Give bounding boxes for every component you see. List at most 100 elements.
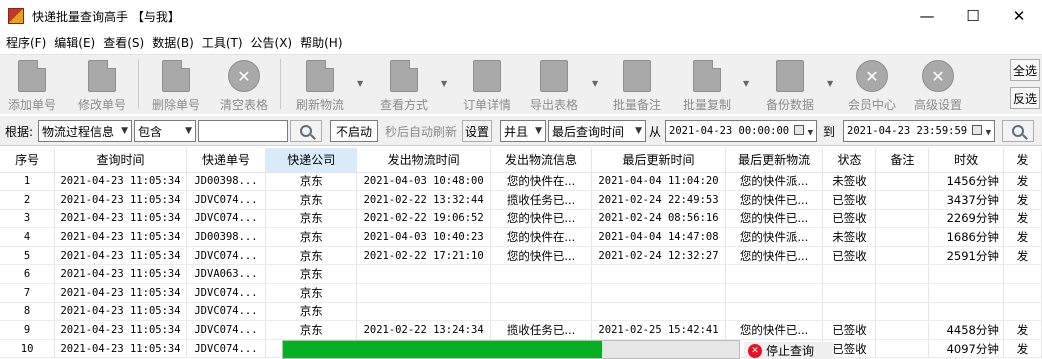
table-row[interactable]: 2 2021-04-23 11:05:34 JDVC074... 京东 2021-02-… [0, 190, 1042, 210]
cell-index: 3 [0, 209, 56, 229]
edit-number-button[interactable]: 修改单号 [70, 57, 134, 112]
cell-courier: 京东 [265, 227, 358, 247]
chevron-down-icon[interactable]: ▼ [441, 79, 447, 88]
batch-copy-label: 批量复制 [682, 98, 731, 112]
cell-duration [928, 264, 1004, 285]
menu-edit[interactable]: 编辑(E) [50, 34, 99, 51]
settings-button[interactable]: 设置 [462, 120, 492, 142]
chevron-down-icon[interactable]: ▼ [743, 79, 749, 88]
refresh-icon [306, 60, 334, 92]
auto-refresh-toggle[interactable]: 不启动 [330, 120, 378, 142]
view-mode-button[interactable]: 查看方式 [372, 57, 436, 112]
cell-ship-info [490, 283, 593, 303]
column-header-courier[interactable]: 快递公司 [265, 148, 358, 173]
advanced-settings-label: 高级设置 [913, 98, 962, 112]
cell-tracking-number: JDVC074... [186, 283, 267, 303]
menu-announcement[interactable]: 公告(X) [247, 34, 297, 51]
menu-program[interactable]: 程序(F) [0, 34, 50, 51]
column-header-query-time[interactable]: 查询时间 [54, 148, 187, 173]
backup-data-button[interactable]: 备份数据 [758, 57, 822, 112]
filter-bar: 根据: 物流过程信息 ▼ 包含 ▼ 不启动 秒后自动刷新 设置 并且 ▼ 最后查询时间… [0, 116, 1042, 146]
column-header-index[interactable]: 序号 [0, 148, 56, 173]
to-label: 到 [823, 124, 836, 139]
column-header-ship-info[interactable]: 发出物流信息 [490, 148, 593, 173]
date-search-button[interactable] [1002, 120, 1034, 142]
query-progress-bar [282, 340, 740, 359]
table-row[interactable]: 4 2021-04-23 11:05:34 JD00398... 京东 2021-04-… [0, 227, 1042, 247]
column-header-duration[interactable]: 时效 [928, 148, 1004, 173]
filter-by-label: 根据: [5, 124, 34, 139]
menu-tools[interactable]: 工具(T) [198, 34, 247, 51]
menu-view[interactable]: 查看(S) [99, 34, 148, 51]
app-logo-icon [8, 8, 24, 24]
menu-data[interactable]: 数据(B) [148, 34, 198, 51]
table-row[interactable]: 8 2021-04-23 11:05:34 JDVC074... 京东 [0, 302, 1042, 322]
export-table-button[interactable]: 导出表格 [522, 57, 586, 112]
chevron-down-icon[interactable]: ▼ [592, 79, 598, 88]
refresh-logistics-button[interactable]: 刷新物流 [288, 57, 352, 112]
cell-ship-time: 2021-02-22 13:32:44 [356, 190, 491, 210]
column-header-last-update-info[interactable]: 最后更新物流 [725, 148, 824, 173]
table-row[interactable]: 1 2021-04-23 11:05:34 JD00398... 京东 2021-04-… [0, 172, 1042, 192]
batch-copy-button[interactable]: 批量复制 [675, 57, 739, 112]
stop-query-button[interactable]: ✕ 停止查询 [744, 342, 834, 359]
table-row[interactable]: 9 2021-04-23 11:05:34 JDVC074... 京东 2021-02-… [0, 320, 1042, 340]
cell-tracking-number: JDVA063... [186, 264, 267, 285]
add-number-button[interactable]: 添加单号 [0, 57, 64, 112]
batch-note-button[interactable]: 批量备注 [605, 57, 669, 112]
cell-tracking-number: JDVC074... [186, 302, 267, 322]
close-button[interactable]: ✕ [996, 0, 1042, 32]
column-header-status[interactable]: 状态 [822, 148, 877, 173]
cell-last-update-time [591, 283, 726, 303]
backup-data-label: 备份数据 [765, 98, 814, 112]
cell-extra: 发 [1003, 209, 1042, 229]
cell-ship-time [356, 302, 491, 322]
cell-note [875, 320, 930, 340]
cell-ship-info: 您的快件已... [490, 209, 593, 229]
operator-select[interactable]: 包含 ▼ [134, 120, 196, 142]
select-all-button[interactable]: 全选 [1010, 59, 1040, 81]
cell-query-time: 2021-04-23 11:05:34 [54, 302, 187, 322]
cell-extra: 发 [1003, 227, 1042, 247]
search-button[interactable] [290, 120, 322, 142]
cell-duration [928, 283, 1004, 303]
member-center-button[interactable]: 会员中心 [840, 57, 904, 112]
menu-help[interactable]: 帮助(H) [296, 34, 346, 51]
column-header-tracking-number[interactable]: 快递单号 [186, 148, 267, 173]
cell-last-update-time: 2021-02-24 12:32:27 [591, 246, 726, 266]
to-date-picker[interactable]: 2021-04-23 23:59:59 ▼ [843, 120, 995, 142]
logic-select[interactable]: 并且 ▼ [500, 120, 546, 142]
column-header-last-update-time[interactable]: 最后更新时间 [591, 148, 726, 173]
keyword-input[interactable] [198, 120, 288, 142]
table-row[interactable]: 3 2021-04-23 11:05:34 JDVC074... 京东 2021-02-… [0, 209, 1042, 229]
column-header-note[interactable]: 备注 [875, 148, 930, 173]
minimize-button[interactable]: — [904, 0, 950, 32]
clear-table-button[interactable]: 清空表格 [212, 57, 276, 112]
cell-query-time: 2021-04-23 11:05:34 [54, 339, 187, 359]
invert-select-button[interactable]: 反选 [1010, 87, 1040, 109]
cell-query-time: 2021-04-23 11:05:34 [54, 227, 187, 247]
cell-courier: 京东 [265, 172, 358, 192]
column-header-extra[interactable]: 发 [1003, 148, 1042, 173]
field-select[interactable]: 物流过程信息 ▼ [38, 120, 132, 142]
cell-extra: 发 [1003, 172, 1042, 192]
cell-index: 10 [0, 339, 56, 359]
table-row[interactable]: 5 2021-04-23 11:05:34 JDVC074... 京东 2021-02-… [0, 246, 1042, 266]
table-row[interactable]: 6 2021-04-23 11:05:34 JDVA063... 京东 [0, 264, 1042, 285]
order-detail-button[interactable]: 订单详情 [455, 57, 519, 112]
time-field-select[interactable]: 最后查询时间 ▼ [548, 120, 646, 142]
cell-status [822, 302, 877, 322]
table-row[interactable]: 7 2021-04-23 11:05:34 JDVC074... 京东 [0, 283, 1042, 303]
results-table[interactable]: 序号 查询时间 快递单号 快递公司 发出物流时间 发出物流信息 最后更新时间 最… [0, 148, 1042, 359]
advanced-settings-button[interactable]: 高级设置 [906, 57, 970, 112]
from-date-picker[interactable]: 2021-04-23 00:00:00 ▼ [665, 120, 817, 142]
cell-duration: 3437分钟 [928, 190, 1004, 210]
cell-note [875, 283, 930, 303]
maximize-button[interactable]: ☐ [950, 0, 996, 32]
delete-number-button[interactable]: 删除单号 [144, 57, 208, 112]
cell-last-update-time: 2021-02-24 08:56:16 [591, 209, 726, 229]
chevron-down-icon[interactable]: ▼ [827, 79, 833, 88]
column-header-ship-time[interactable]: 发出物流时间 [356, 148, 491, 173]
cell-tracking-number: JDVC074... [186, 320, 267, 340]
chevron-down-icon[interactable]: ▼ [357, 79, 363, 88]
